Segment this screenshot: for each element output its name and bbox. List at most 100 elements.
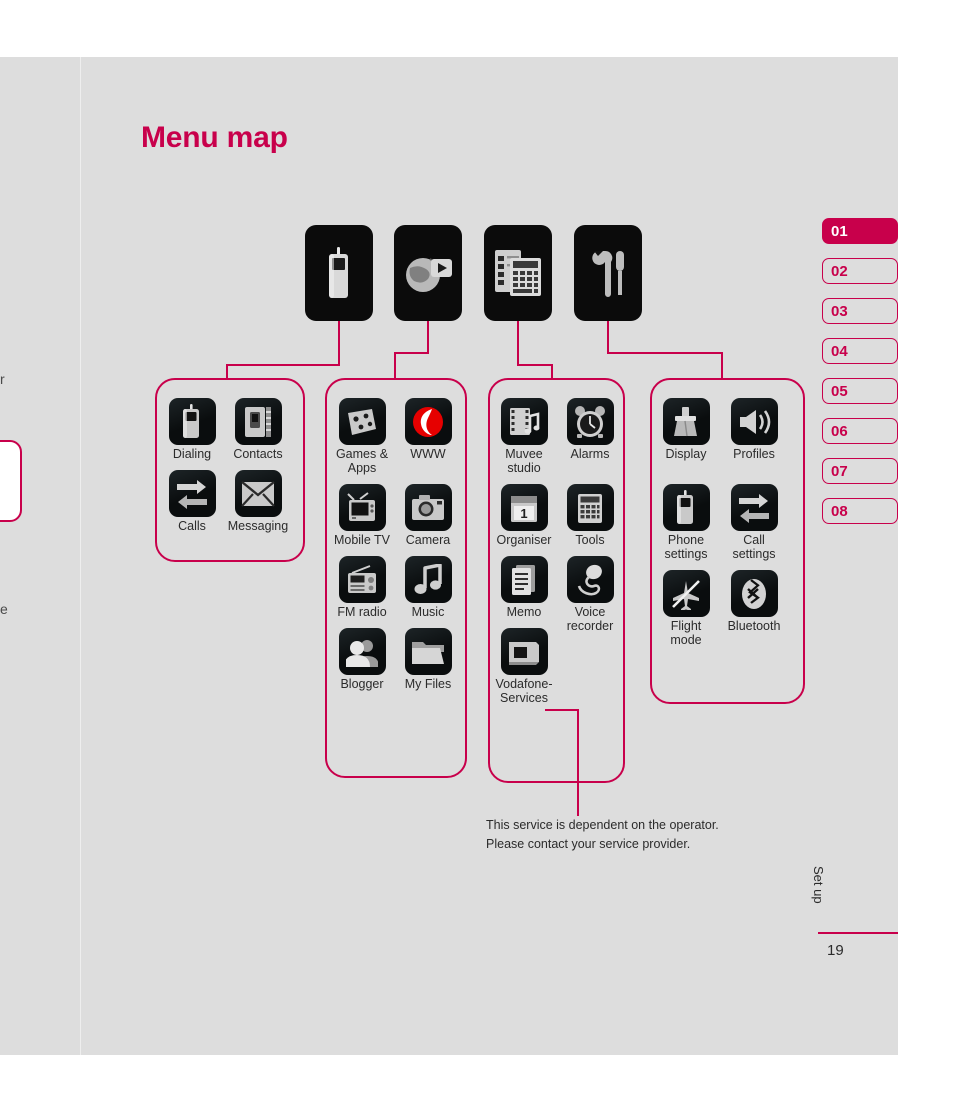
menu-item-flight-mode[interactable]: Flight mode	[654, 570, 718, 647]
connector-organiser-span	[517, 364, 553, 366]
contacts-icon	[234, 398, 282, 445]
calls-icon	[168, 470, 216, 517]
games-apps-icon	[338, 398, 386, 445]
menu-item-profiles[interactable]: Profiles	[722, 398, 786, 462]
footer-rule	[818, 932, 898, 934]
chapter-tab-01[interactable]: 01	[822, 218, 898, 244]
menu-item-label: Camera	[405, 533, 451, 547]
globe-media-icon	[402, 249, 454, 297]
menu-item-calls[interactable]: Calls	[160, 470, 224, 534]
menu-item-contacts[interactable]: Contacts	[226, 398, 290, 462]
camera-icon	[404, 484, 452, 531]
menu-item-messaging[interactable]: Messaging	[226, 470, 290, 534]
menu-item-blogger[interactable]: Blogger	[330, 628, 394, 692]
chapter-tab-07[interactable]: 07	[822, 458, 898, 484]
organiser-calculator-icon	[493, 247, 543, 299]
menu-item-label: Memo	[506, 605, 542, 619]
menu-item-mobile-tv[interactable]: Mobile TV	[330, 484, 394, 548]
menu-item-label: Mobile TV	[333, 533, 391, 547]
tools-calculator-icon	[566, 484, 614, 531]
menu-item-label: FM radio	[337, 605, 387, 619]
connector-settings-span	[607, 352, 723, 354]
call-settings-icon	[730, 484, 778, 531]
menu-item-label: Display	[665, 447, 707, 461]
blogger-icon	[338, 628, 386, 675]
mobile-phone-icon	[324, 245, 354, 301]
music-icon	[404, 556, 452, 603]
connector-media-drop	[394, 352, 396, 380]
menu-item-label: Tools	[575, 533, 605, 547]
page-title: Menu map	[141, 121, 288, 154]
menu-item-vodafone-services[interactable]: Vodafone- Services	[492, 628, 556, 705]
svg-text:1: 1	[520, 506, 527, 521]
connector-phone-span	[226, 364, 340, 366]
connector-media-stem	[427, 321, 429, 353]
connector-organiser-stem	[517, 321, 519, 365]
menu-item-label: Profiles	[733, 447, 775, 461]
footnote-text: This service is dependent on the operato…	[486, 818, 719, 851]
vodafone-services-icon	[500, 628, 548, 675]
menu-item-www[interactable]: WWW	[396, 398, 460, 462]
top-category-media[interactable]	[394, 225, 462, 321]
menu-item-label: Bluetooth	[727, 619, 781, 633]
bluetooth-icon	[730, 570, 778, 617]
connector-settings-stem	[607, 321, 609, 353]
connector-settings-drop	[721, 352, 723, 380]
menu-item-phone-settings[interactable]: Phone settings	[654, 484, 718, 561]
top-category-organiser[interactable]	[484, 225, 552, 321]
phone-settings-icon	[662, 484, 710, 531]
menu-item-label: Calls	[178, 519, 206, 533]
display-icon	[662, 398, 710, 445]
memo-icon	[500, 556, 548, 603]
menu-item-my-files[interactable]: My Files	[396, 628, 460, 692]
menu-item-tools[interactable]: Tools	[558, 484, 622, 548]
menu-item-organiser[interactable]: 1 Organiser	[492, 484, 556, 548]
menu-item-display[interactable]: Display	[654, 398, 718, 462]
connector-phone-stem	[338, 321, 340, 365]
chapter-tab-03[interactable]: 03	[822, 298, 898, 324]
menu-item-camera[interactable]: Camera	[396, 484, 460, 548]
menu-item-alarms[interactable]: Alarms	[558, 398, 622, 462]
chapter-tab-02[interactable]: 02	[822, 258, 898, 284]
page-gutter-rule	[80, 57, 81, 1055]
menu-item-label: Music	[411, 605, 445, 619]
dialing-icon	[168, 398, 216, 445]
menu-item-music[interactable]: Music	[396, 556, 460, 620]
menu-item-fm-radio[interactable]: FM radio	[330, 556, 394, 620]
top-category-settings[interactable]	[574, 225, 642, 321]
menu-item-muvee-studio[interactable]: Muvee studio	[492, 398, 556, 475]
menu-item-voice-recorder[interactable]: Voice recorder	[558, 556, 622, 633]
menu-item-label: Muvee studio	[505, 447, 543, 475]
menu-item-memo[interactable]: Memo	[492, 556, 556, 620]
mobile-tv-icon	[338, 484, 386, 531]
menu-item-bluetooth[interactable]: Bluetooth	[722, 570, 786, 634]
chapter-tab-04[interactable]: 04	[822, 338, 898, 364]
wrench-screwdriver-icon	[587, 247, 629, 299]
menu-item-dialing[interactable]: Dialing	[160, 398, 224, 462]
chapter-tab-06[interactable]: 06	[822, 418, 898, 444]
muvee-studio-icon	[500, 398, 548, 445]
profiles-speaker-icon	[730, 398, 778, 445]
menu-item-label: Flight mode	[670, 619, 702, 647]
menu-item-label: Messaging	[227, 519, 289, 533]
connector-media-span	[394, 352, 429, 354]
top-category-phone[interactable]	[305, 225, 373, 321]
menu-item-games-apps[interactable]: Games & Apps	[330, 398, 394, 475]
fm-radio-icon	[338, 556, 386, 603]
organiser-icon: 1	[500, 484, 548, 531]
messaging-icon	[234, 470, 282, 517]
my-files-icon	[404, 628, 452, 675]
menu-item-label: Dialing	[172, 447, 212, 461]
voice-recorder-icon	[566, 556, 614, 603]
chapter-tab-08[interactable]: 08	[822, 498, 898, 524]
menu-item-label: WWW	[410, 447, 446, 461]
menu-item-label: Games & Apps	[335, 447, 389, 475]
page-number: 19	[827, 942, 844, 959]
menu-item-call-settings[interactable]: Call settings	[722, 484, 786, 561]
menu-item-label: Vodafone- Services	[495, 677, 553, 705]
menu-item-label: Blogger	[340, 677, 384, 691]
alarms-icon	[566, 398, 614, 445]
menu-item-label: Call settings	[732, 533, 776, 561]
chapter-tab-05[interactable]: 05	[822, 378, 898, 404]
menu-item-label: Organiser	[496, 533, 552, 547]
